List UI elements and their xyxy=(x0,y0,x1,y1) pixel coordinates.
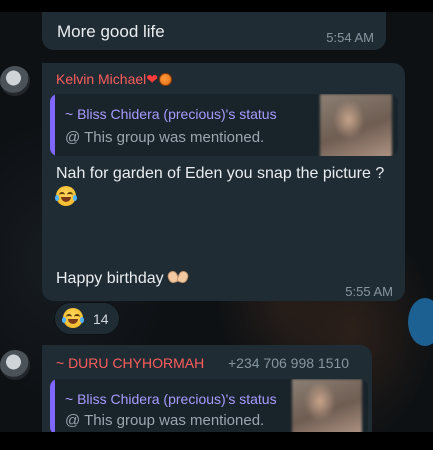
quote-mention: @ This group was mentioned. xyxy=(65,129,265,146)
quoted-status[interactable]: ~ Bliss Chidera (precious)'s status @ Th… xyxy=(50,94,398,156)
birthday-text: Happy birthday xyxy=(56,270,164,287)
quote-mention: @ This group was mentioned. xyxy=(65,412,265,429)
message-time: 5:55 AM xyxy=(345,284,393,299)
avatar[interactable] xyxy=(0,350,30,380)
quote-bar xyxy=(50,94,55,156)
sender-name-text: Kelvin Michael xyxy=(56,71,147,87)
top-edge xyxy=(0,0,433,12)
tears-of-joy-icon xyxy=(55,186,77,206)
heart-hands-icon xyxy=(168,271,188,284)
avatar[interactable] xyxy=(0,66,30,96)
quote-bar xyxy=(50,379,55,435)
message-text: Nah for garden of Eden you snap the pict… xyxy=(56,165,385,182)
message-bubble-duru[interactable]: ~ DURU CHYHORMAH +234 706 998 1510 ~ Bli… xyxy=(42,345,372,445)
sender-phone: +234 706 998 1510 xyxy=(228,355,350,371)
quote-title: ~ Bliss Chidera (precious)'s status xyxy=(65,106,277,122)
message-text: More good life xyxy=(57,22,165,41)
message-text-2: Happy birthday xyxy=(56,270,188,288)
red-heart-icon: ❤ xyxy=(146,71,158,87)
sender-name[interactable]: ~ DURU CHYHORMAH xyxy=(56,355,204,371)
message-time: 5:54 AM xyxy=(326,30,374,45)
quoted-status[interactable]: ~ Bliss Chidera (precious)'s status @ Th… xyxy=(50,379,368,435)
tears-of-joy-icon xyxy=(62,308,84,328)
status-thumbnail[interactable] xyxy=(320,94,392,156)
basketball-icon xyxy=(159,73,172,86)
bottom-edge xyxy=(0,432,433,450)
message-bubble-prev[interactable]: More good life 5:54 AM xyxy=(42,12,386,50)
sender-name[interactable]: Kelvin Michael❤ xyxy=(56,71,172,88)
message-bubble-kelvin[interactable]: Kelvin Michael❤ ~ Bliss Chidera (preciou… xyxy=(42,63,405,301)
status-thumbnail[interactable] xyxy=(292,379,362,435)
reaction-count: 14 xyxy=(93,311,109,327)
quote-title: ~ Bliss Chidera (precious)'s status xyxy=(65,391,277,407)
reaction-pill[interactable]: 14 xyxy=(54,302,120,335)
